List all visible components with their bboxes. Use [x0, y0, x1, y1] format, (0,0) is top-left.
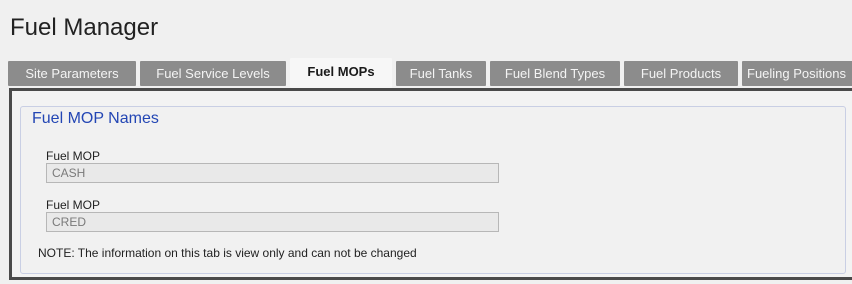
tab-fuel-products[interactable]: Fuel Products	[624, 61, 738, 86]
tab-fuel-blend-types[interactable]: Fuel Blend Types	[490, 61, 620, 86]
tab-fuel-tanks[interactable]: Fuel Tanks	[396, 61, 486, 86]
page-title: Fuel Manager	[10, 14, 159, 41]
fieldset-legend: Fuel MOP Names	[29, 110, 162, 128]
tab-panel: Fuel MOP Names Fuel MOP Fuel MOP NOTE: T…	[9, 88, 852, 280]
view-only-note: NOTE: The information on this tab is vie…	[38, 246, 417, 260]
tab-fuel-service-levels[interactable]: Fuel Service Levels	[140, 61, 286, 86]
tab-fuel-mops[interactable]: Fuel MOPs	[290, 58, 392, 88]
tab-fueling-positions[interactable]: Fueling Positions	[742, 61, 852, 86]
fuel-mop-names-fieldset: Fuel MOP Names Fuel MOP Fuel MOP NOTE: T…	[20, 106, 846, 274]
tab-bar: Site Parameters Fuel Service Levels Fuel…	[8, 58, 852, 88]
fuel-mop-label-1: Fuel MOP	[46, 149, 101, 163]
fuel-mop-field-2[interactable]	[46, 212, 499, 232]
fuel-mop-field-1[interactable]	[46, 163, 499, 183]
tab-site-parameters[interactable]: Site Parameters	[8, 61, 136, 86]
fuel-mop-label-2: Fuel MOP	[46, 198, 101, 212]
